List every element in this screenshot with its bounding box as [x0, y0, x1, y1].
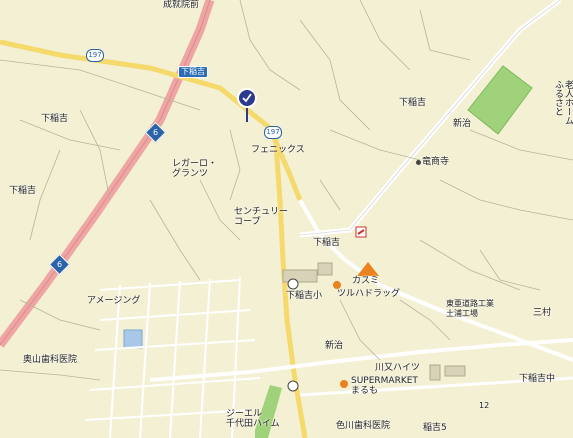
map-canvas[interactable]: 成就院前 下稲吉 下稲吉 下稲吉 下稲吉 下稲吉 フェニックス レガーロ・ グラ…	[0, 0, 573, 438]
place-label-amazing[interactable]: アメージング	[87, 296, 140, 306]
pond	[123, 329, 143, 349]
place-label-inayoshi-5: 稲吉5	[423, 423, 447, 433]
place-label-tsuruha-drug[interactable]: ツルハドラッグ	[337, 289, 400, 299]
place-label-rojin-home[interactable]: 老人ホーム ふるさと	[553, 80, 573, 125]
pref-route-197-badge-b: 197	[264, 126, 282, 139]
place-label-irokawa-dental[interactable]: 色川歯科医院	[336, 421, 390, 431]
place-label-niiharu-2: 新治	[325, 341, 344, 351]
place-label-shimo-inayoshi-1: 下稲吉	[399, 98, 427, 108]
temple-icon	[416, 160, 421, 165]
place-label-niiharu-1: 新治	[453, 119, 472, 129]
block-number-12: 12	[479, 401, 490, 410]
place-label-jojoin: 成就院前	[163, 0, 200, 10]
place-label-kasumi[interactable]: カスミ	[352, 276, 379, 286]
place-label-ryushoji[interactable]: 竜商寺	[422, 157, 449, 167]
place-label-okuyama-dental[interactable]: 奥山歯科医院	[23, 355, 77, 365]
place-label-sanmura: 三村	[533, 308, 552, 318]
place-label-shimo-inayoshi-4: 下稲吉	[313, 238, 341, 248]
place-label-legado-grants[interactable]: レガーロ・ グランツ	[172, 159, 217, 179]
junction-label-shimo-inayoshi[interactable]: 下稲吉	[178, 66, 208, 78]
place-label-shimo-inayoshi-3: 下稲吉	[9, 186, 37, 196]
place-label-century-court[interactable]: センチュリー コープ	[234, 207, 288, 227]
place-label-shimo-inayoshi-elementary[interactable]: 下稲吉小	[286, 291, 322, 301]
place-label-kawamata-heights[interactable]: 川又ハイツ	[375, 363, 420, 373]
place-label-toa-road-factory[interactable]: 東亜道路工業 土浦工場	[446, 299, 494, 319]
place-label-shimo-inayoshi-junior-high[interactable]: 下稲吉中	[519, 374, 555, 384]
place-label-jeel-chiyoda-heim[interactable]: ジーエル 千代田ハイム	[226, 409, 280, 429]
place-label-supermarket-marumo[interactable]: SUPERMARKET まるも	[351, 376, 418, 396]
place-label-phoenix[interactable]: フェニックス	[251, 145, 305, 155]
place-label-shimo-inayoshi-2: 下稲吉	[41, 114, 69, 124]
pref-route-197-badge-a: 197	[86, 49, 104, 62]
